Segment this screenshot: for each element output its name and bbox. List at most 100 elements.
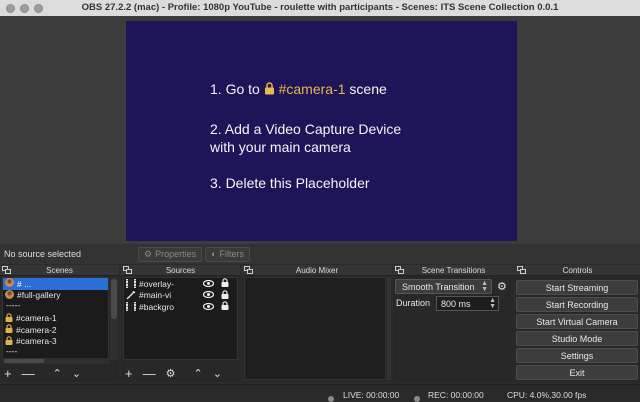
start-streaming-button[interactable]: Start Streaming (516, 280, 638, 295)
scene-separator[interactable]: ---- (3, 347, 108, 359)
title-bar: OBS 27.2.2 (mac) - Profile: 1080p YouTub… (0, 0, 640, 16)
source-label: #main-vi (139, 290, 172, 301)
eye-icon[interactable] (202, 302, 215, 312)
scene-label: #camera-2 (16, 324, 57, 335)
preview-area: 1. Go to #camera-1 scene 2. Add a Video … (0, 16, 640, 244)
instruction-2a: 2. Add a Video Capture Device (210, 121, 402, 137)
scene-label: #camera-3 (16, 336, 57, 347)
audio-mixer-scrollbar[interactable] (387, 277, 391, 380)
move-down-icon[interactable]: ⌄ (213, 367, 222, 380)
gear-icon: ⚙ (144, 248, 153, 259)
add-source-button[interactable]: + (125, 366, 133, 381)
scenes-hscrollbar[interactable] (2, 358, 109, 364)
lock-icon[interactable] (221, 301, 229, 312)
film-icon (126, 279, 136, 289)
lock-icon[interactable] (221, 289, 229, 301)
duration-input[interactable]: 800 ms ▲ ▼ (436, 296, 499, 311)
audio-mixer-title: Audio Mixer (295, 266, 339, 275)
remove-source-button[interactable]: — (143, 366, 156, 381)
move-down-icon[interactable]: ⌄ (72, 367, 81, 380)
no-source-label: No source selected (4, 249, 82, 259)
source-toolbar: No source selected ⚙ Properties ◐ Filter… (0, 244, 640, 264)
sources-list[interactable]: #overlay- #main-vi #backgro (123, 277, 238, 360)
rec-status: REC: 00:00:00 (428, 390, 484, 400)
filter-icon: ◐ (211, 249, 217, 259)
controls-header: Controls (515, 265, 640, 276)
source-item[interactable]: #overlay- (124, 278, 237, 290)
transitions-title: Scene Transitions (421, 266, 486, 275)
filters-button[interactable]: ◐ Filters (205, 246, 251, 262)
scene-item[interactable]: #camera-1 (3, 312, 108, 325)
lock-icon[interactable] (221, 278, 229, 289)
dock-float-icon[interactable] (123, 266, 132, 277)
instruction-1-prefix: 1. Go to (210, 81, 260, 97)
scenes-dock-header: Scenes (0, 265, 119, 276)
wand-icon (126, 290, 136, 300)
status-bar: LIVE: 00:00:00 REC: 00:00:00 CPU: 4.0%,3… (0, 384, 640, 402)
scene-item[interactable]: #camera-3 (3, 335, 108, 348)
dock-float-icon[interactable] (244, 266, 253, 277)
scene-label: # ... (17, 278, 32, 289)
instruction-1-scene-name: #camera-1 (278, 81, 346, 97)
scenes-list[interactable]: # ... #full-gallery ----- #camera-1 #cam… (2, 277, 109, 360)
properties-label: Properties (155, 249, 197, 259)
window-title: OBS 27.2.2 (mac) - Profile: 1080p YouTub… (81, 2, 559, 13)
transitions-header: Scene Transitions (393, 265, 514, 276)
dock-float-icon[interactable] (517, 266, 526, 277)
studio-mode-button[interactable]: Studio Mode (516, 331, 638, 346)
remove-scene-button[interactable]: — (22, 366, 35, 381)
sources-tools: + — ⚙ ⌃ ⌄ (123, 365, 238, 381)
filters-label: Filters (219, 249, 245, 259)
source-label: #backgro (139, 301, 174, 312)
lock-icon (264, 82, 275, 98)
updown-chevron-icon: ▲ ▼ (481, 280, 488, 293)
audio-mixer-panel (244, 277, 386, 380)
stepper-icon[interactable]: ▲ ▼ (489, 297, 496, 310)
source-item[interactable]: #backgro (124, 301, 237, 313)
scenes-scrollbar[interactable] (110, 277, 118, 360)
source-label: #overlay- (139, 278, 174, 289)
scene-separator[interactable]: ----- (3, 301, 108, 313)
transition-selected-value: Smooth Transition (402, 281, 475, 292)
source-properties-gear-icon[interactable]: ⚙ (166, 367, 176, 380)
duration-value: 800 ms (441, 298, 471, 309)
lock-icon (5, 324, 13, 335)
add-scene-button[interactable]: + (4, 366, 12, 381)
dock-float-icon[interactable] (2, 266, 11, 277)
scene-label: #full-gallery (17, 290, 61, 301)
instruction-1: 1. Go to #camera-1 scene (210, 81, 387, 98)
film-icon (126, 302, 136, 312)
scene-item[interactable]: # ... (3, 278, 108, 290)
audio-mixer-header: Audio Mixer (242, 265, 392, 276)
instruction-3: 3. Delete this Placeholder (210, 175, 370, 191)
audio-mixer-dock: Audio Mixer (242, 265, 392, 382)
scenes-tools: + — ⌃ ⌄ (2, 365, 117, 381)
sources-dock: Sources #overlay- #main-vi #backgro + — … (121, 265, 240, 382)
controls-title: Controls (562, 266, 593, 275)
start-recording-button[interactable]: Start Recording (516, 297, 638, 312)
sources-title: Sources (165, 266, 196, 275)
move-up-icon[interactable]: ⌃ (53, 367, 62, 380)
dock-float-icon[interactable] (395, 266, 404, 277)
scene-item[interactable]: #camera-2 (3, 324, 108, 336)
live-status: LIVE: 00:00:00 (343, 390, 400, 400)
avatar-icon (5, 278, 14, 289)
scenes-dock: Scenes # ... #full-gallery ----- #camera… (0, 265, 119, 382)
start-virtual-camera-button[interactable]: Start Virtual Camera (516, 314, 638, 329)
eye-icon[interactable] (202, 290, 215, 300)
instruction-1-suffix: scene (349, 81, 387, 97)
instruction-2b: with your main camera (210, 139, 351, 155)
duration-label: Duration (396, 298, 431, 308)
transition-select[interactable]: Smooth Transition ▲ ▼ (395, 279, 492, 294)
lock-icon (5, 312, 13, 324)
transition-gear-icon[interactable]: ⚙ (497, 280, 507, 293)
source-item[interactable]: #main-vi (124, 289, 237, 302)
exit-button[interactable]: Exit (516, 365, 638, 380)
preview-canvas[interactable]: 1. Go to #camera-1 scene 2. Add a Video … (126, 21, 517, 241)
cpu-status: CPU: 4.0%,30.00 fps (507, 390, 587, 400)
sources-dock-header: Sources (121, 265, 240, 276)
settings-button[interactable]: Settings (516, 348, 638, 363)
move-up-icon[interactable]: ⌃ (193, 367, 202, 380)
eye-icon[interactable] (202, 279, 215, 289)
properties-button[interactable]: ⚙ Properties (138, 246, 203, 262)
